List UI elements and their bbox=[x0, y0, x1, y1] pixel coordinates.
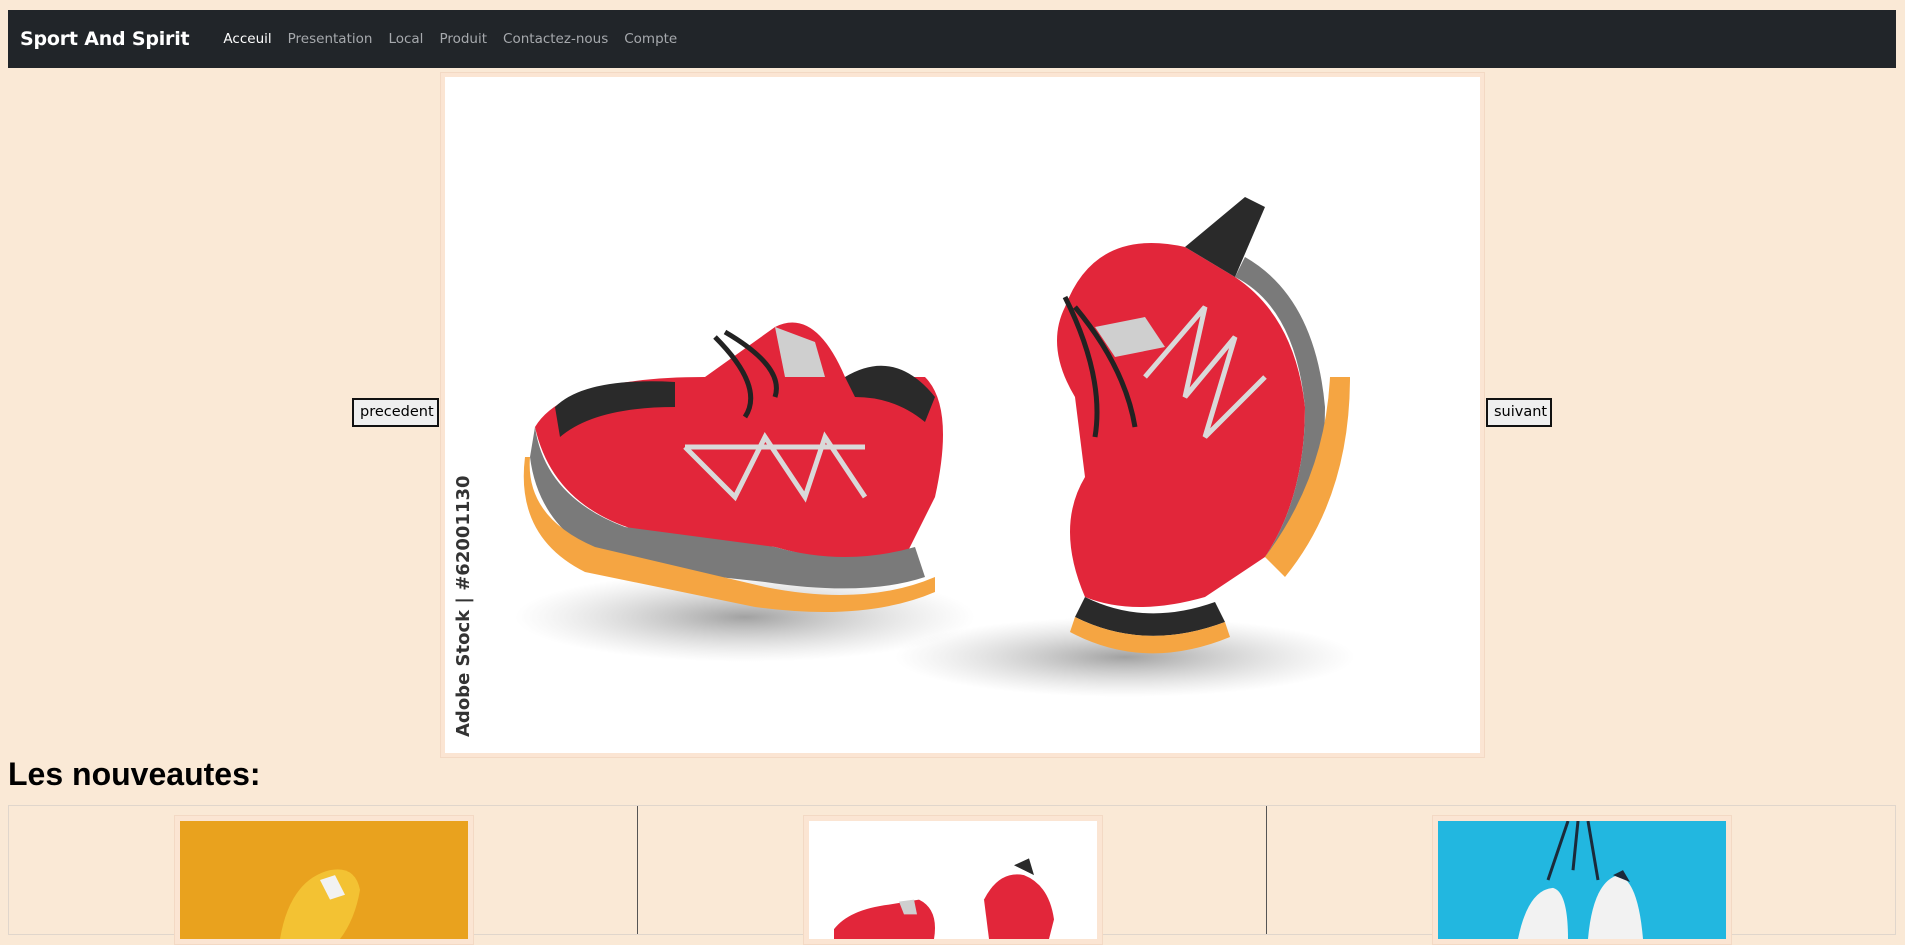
nav-link-acceuil[interactable]: Acceuil bbox=[223, 31, 271, 47]
stock-caption: Adobe Stock | #62001130 bbox=[453, 475, 474, 737]
nav-link-contactez-nous[interactable]: Contactez-nous bbox=[503, 31, 608, 47]
product-thumbnail-frame[interactable] bbox=[803, 815, 1103, 945]
navbar: Sport And Spirit Acceuil Presentation Lo… bbox=[8, 10, 1896, 68]
hanging-sneakers-image bbox=[1438, 821, 1726, 939]
product-cell bbox=[9, 806, 638, 945]
red-shoes-image bbox=[809, 821, 1097, 939]
product-thumbnail-yellow[interactable] bbox=[180, 821, 468, 939]
nav-link-presentation[interactable]: Presentation bbox=[288, 31, 373, 47]
product-cell bbox=[638, 806, 1267, 945]
product-thumbnail-red[interactable] bbox=[809, 821, 1097, 939]
carousel-image: Adobe Stock | #62001130 bbox=[445, 77, 1480, 753]
carousel-image-frame: Adobe Stock | #62001130 bbox=[440, 72, 1485, 758]
product-thumbnail-blue[interactable] bbox=[1438, 821, 1726, 939]
nav-link-compte[interactable]: Compte bbox=[624, 31, 677, 47]
running-shoes-image bbox=[515, 197, 1355, 697]
brand-logo[interactable]: Sport And Spirit bbox=[20, 28, 190, 50]
product-thumbnail-frame[interactable] bbox=[174, 815, 474, 945]
nav-link-produit[interactable]: Produit bbox=[439, 31, 487, 47]
shoe-sole-image bbox=[180, 821, 468, 939]
nav-links: Acceuil Presentation Local Produit Conta… bbox=[223, 31, 693, 47]
previous-button[interactable]: precedent bbox=[352, 398, 439, 427]
section-title: Les nouveautes: bbox=[8, 756, 261, 792]
new-products-grid bbox=[8, 805, 1896, 945]
product-cell bbox=[1267, 806, 1895, 945]
next-button[interactable]: suivant bbox=[1486, 398, 1552, 427]
nav-link-local[interactable]: Local bbox=[388, 31, 423, 47]
product-thumbnail-frame[interactable] bbox=[1432, 815, 1732, 945]
